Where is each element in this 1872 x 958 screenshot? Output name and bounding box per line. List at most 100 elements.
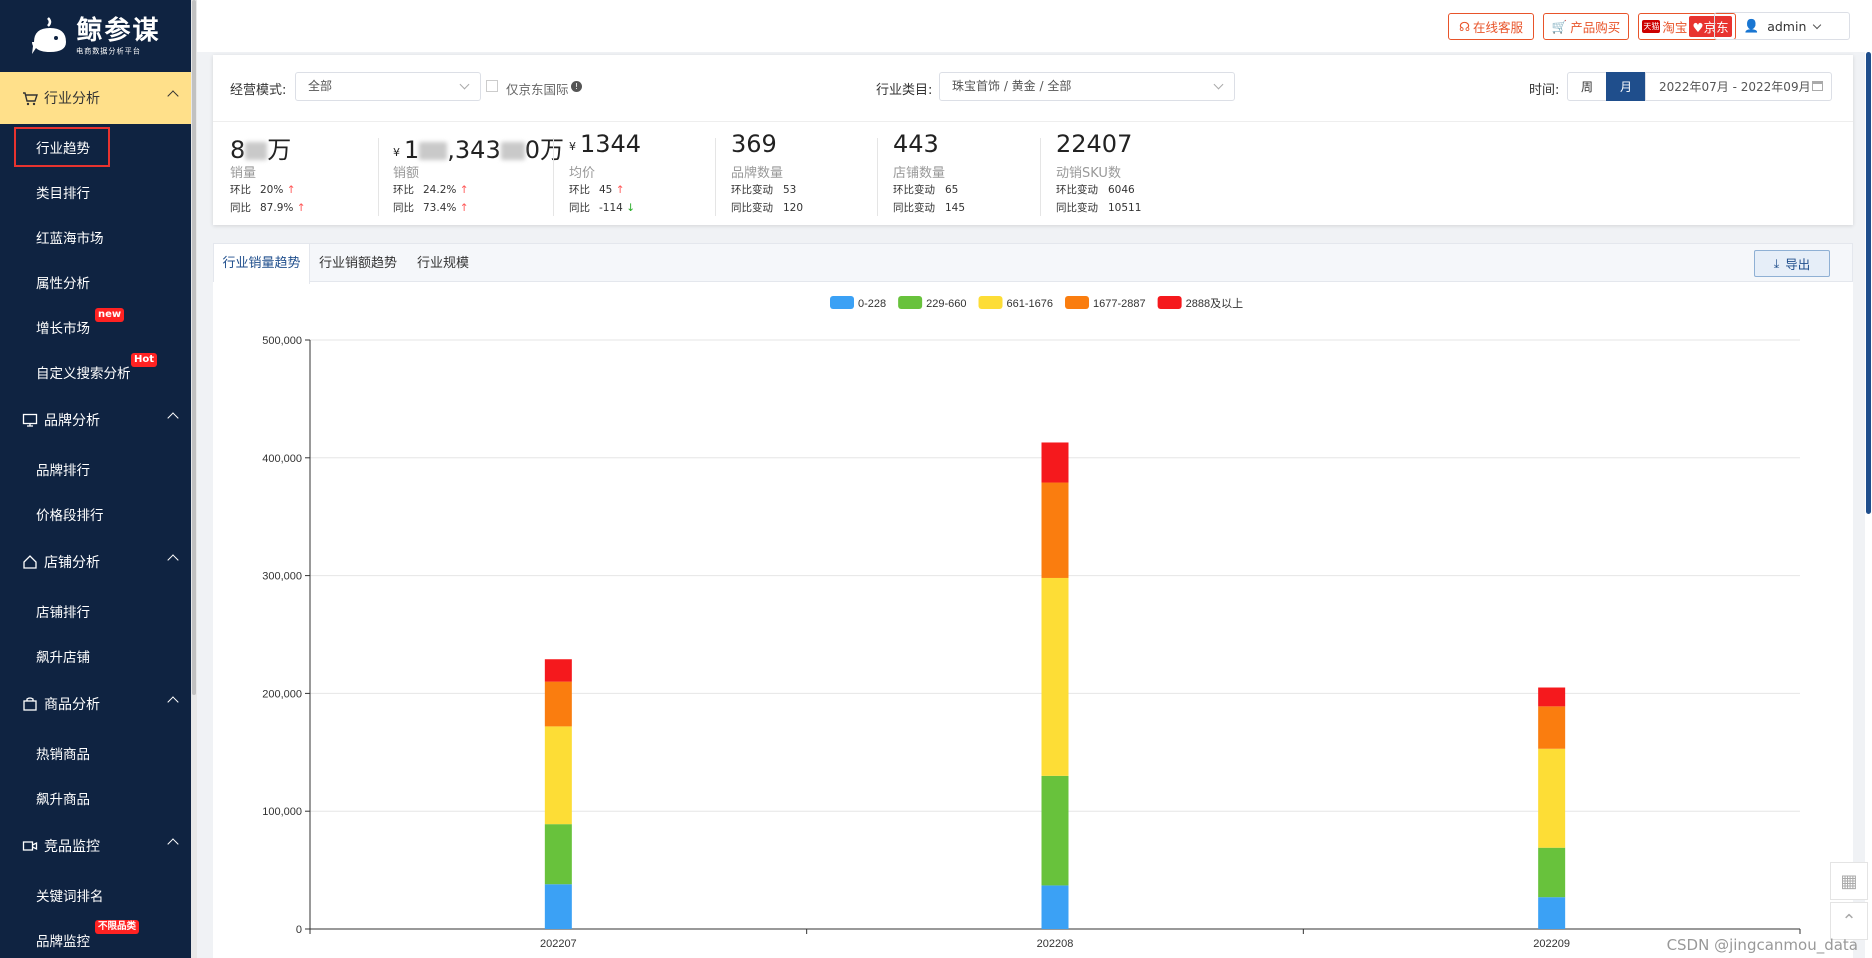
sidebar-item-hot-product[interactable]: 热销商品	[0, 730, 191, 775]
jd-intl-checkbox[interactable]	[486, 80, 498, 92]
date-range-picker[interactable]: 2022年07月 - 2022年09月	[1645, 72, 1832, 101]
sidebar-item-attribute-analysis[interactable]: 属性分析	[0, 259, 191, 304]
online-service-button[interactable]: ☊ 在线客服	[1448, 13, 1534, 40]
sidebar-item-shop-rank[interactable]: 店铺排行	[0, 588, 191, 633]
legend-label: 0-228	[858, 298, 886, 310]
legend-swatch	[898, 296, 923, 309]
nav-group-label: 商品分析	[44, 697, 100, 713]
chevron-up-icon	[167, 554, 179, 566]
legend-label: 229-660	[926, 298, 966, 310]
bar-segment	[1538, 748, 1566, 848]
bar-segment	[1041, 442, 1069, 483]
nav-group-product[interactable]: 商品分析	[0, 678, 191, 730]
page-scrollbar[interactable]	[1865, 52, 1872, 958]
top-bar: ☊ 在线客服 🛒 产品购买 天猫 淘宝 ♥京东 👤 admin	[197, 0, 1872, 52]
jd-logo-icon: ♥	[1692, 20, 1704, 35]
sidebar-item-category-rank[interactable]: 类目排行	[0, 169, 191, 214]
sidebar-item-label: 行业趋势	[14, 126, 110, 167]
bar-segment	[1538, 847, 1566, 898]
arrow-up-icon: ↑	[296, 202, 306, 214]
stat-name: 销额	[393, 166, 420, 181]
bag-icon	[22, 696, 38, 712]
taobao-link[interactable]: 淘宝	[1662, 17, 1687, 36]
legend-label: 661-1676	[1007, 298, 1054, 310]
time-label: 时间:	[1529, 83, 1560, 98]
bar-segment	[1538, 706, 1566, 749]
monitor-icon	[22, 412, 38, 428]
tab-sales-volume-trend[interactable]: 行业销量趋势	[214, 244, 310, 284]
sidebar-item-growth-market[interactable]: 增长市场 new	[0, 304, 191, 349]
stat-yoy: 同比变动 120	[731, 202, 804, 214]
legend-label: 2888及以上	[1186, 297, 1243, 310]
filter-stats-card: 经营模式: 全部 仅京东国际 ! 行业类目: 珠宝首饰 / 黄金 / 全部 时间…	[213, 55, 1853, 225]
category-select[interactable]: 珠宝首饰 / 黄金 / 全部	[939, 72, 1235, 101]
qrcode-icon[interactable]: ▦	[1830, 862, 1868, 900]
sidebar-item-rising-shop[interactable]: 飙升店铺	[0, 633, 191, 678]
stat-name: 动销SKU数	[1056, 166, 1121, 181]
nav-group-shop[interactable]: 店铺分析	[0, 536, 191, 588]
bar-segment	[1041, 885, 1069, 929]
redacted-value	[245, 142, 268, 160]
export-button[interactable]: ⤓ 导出	[1754, 250, 1830, 277]
chevron-down-icon	[1813, 20, 1822, 29]
x-tick-label: 202209	[1533, 938, 1570, 950]
info-icon: !	[571, 81, 582, 92]
y-tick-label: 100,000	[262, 806, 302, 818]
sidebar-item-brand-rank[interactable]: 品牌排行	[0, 446, 191, 491]
y-tick-label: 500,000	[262, 335, 302, 347]
purchase-button[interactable]: 🛒 产品购买	[1543, 13, 1629, 40]
sidebar-item-industry-trend[interactable]: 行业趋势	[0, 124, 191, 169]
nav-group-industry[interactable]: 行业分析	[0, 72, 191, 124]
stat-yoy: 同比变动 10511	[1056, 202, 1142, 214]
stat-name: 店铺数量	[893, 166, 946, 181]
tmall-logo-icon: 天猫	[1642, 20, 1661, 33]
sidebar-item-rising-product[interactable]: 飙升商品	[0, 775, 191, 820]
headset-icon: ☊	[1458, 19, 1471, 34]
y-tick-label: 200,000	[262, 688, 302, 700]
x-tick-label: 202208	[1037, 938, 1074, 950]
redacted-value	[500, 142, 525, 160]
sidebar-item-custom-search[interactable]: 自定义搜索分析 Hot	[0, 349, 191, 394]
nav-group-competitor[interactable]: 竞品监控	[0, 820, 191, 872]
sidebar-item-red-blue-market[interactable]: 红蓝海市场	[0, 214, 191, 259]
mode-select[interactable]: 全部	[295, 72, 481, 101]
bar-segment	[1041, 482, 1069, 578]
nav-group-label: 店铺分析	[44, 555, 100, 571]
logo[interactable]: 鲸参谋 电商数据分析平台	[0, 0, 191, 72]
bar-segment	[1041, 775, 1069, 886]
sidebar-item-price-rank[interactable]: 价格段排行	[0, 491, 191, 536]
stat-value: 22407	[1056, 130, 1133, 158]
tab-industry-scale[interactable]: 行业规模	[406, 244, 480, 283]
home-icon	[22, 554, 38, 570]
bar-segment	[544, 659, 572, 682]
period-week-button[interactable]: 周	[1567, 72, 1607, 101]
stat-mom: 环比变动 65	[893, 184, 959, 196]
sidebar-scrollbar[interactable]	[191, 0, 197, 958]
stats-row: 8万 销量 环比 20% ↑ 同比 87.9% ↑ ¥1,343 0万 销额 环比 24…	[213, 122, 1853, 225]
arrow-up-icon: ↑	[286, 184, 296, 196]
stat-name: 均价	[569, 166, 596, 181]
user-menu[interactable]: 👤 admin	[1714, 12, 1850, 40]
sidebar-item-label: 飙升商品	[36, 791, 90, 808]
cart-icon	[22, 90, 38, 106]
nav-group-brand[interactable]: 品牌分析	[0, 394, 191, 446]
bar-segment	[544, 681, 572, 727]
period-month-button[interactable]: 月	[1606, 72, 1646, 101]
back-to-top-icon[interactable]: ⌃	[1830, 902, 1868, 940]
sidebar-item-keyword-rank[interactable]: 关键词排名	[0, 872, 191, 917]
stat-yoy: 同比 73.4% ↑	[393, 202, 469, 214]
sidebar-item-label: 属性分析	[36, 275, 90, 292]
chevron-up-icon	[167, 412, 179, 424]
category-label: 行业类目:	[876, 83, 933, 98]
tab-sales-amount-trend[interactable]: 行业销额趋势	[310, 244, 406, 283]
sidebar: 鲸参谋 电商数据分析平台 行业分析 行业趋势 类目排行 红蓝海市场 属性分析 增…	[0, 0, 191, 958]
stat-mom: 环比 24.2% ↑	[393, 184, 469, 196]
stat-brand-count: 369 品牌数量 环比变动 53 同比变动 120	[731, 122, 871, 217]
stat-value: ¥1,343 0万	[393, 136, 564, 164]
sidebar-item-brand-monitor[interactable]: 品牌监控 不限品类	[0, 917, 191, 958]
sidebar-item-label: 热销商品	[36, 746, 90, 763]
bar-segment	[1538, 687, 1566, 707]
stat-sales-volume: 8万 销量 环比 20% ↑ 同比 87.9% ↑	[230, 122, 375, 217]
arrow-up-icon: ↑	[459, 202, 469, 214]
nav-group-label: 竞品监控	[44, 839, 100, 855]
